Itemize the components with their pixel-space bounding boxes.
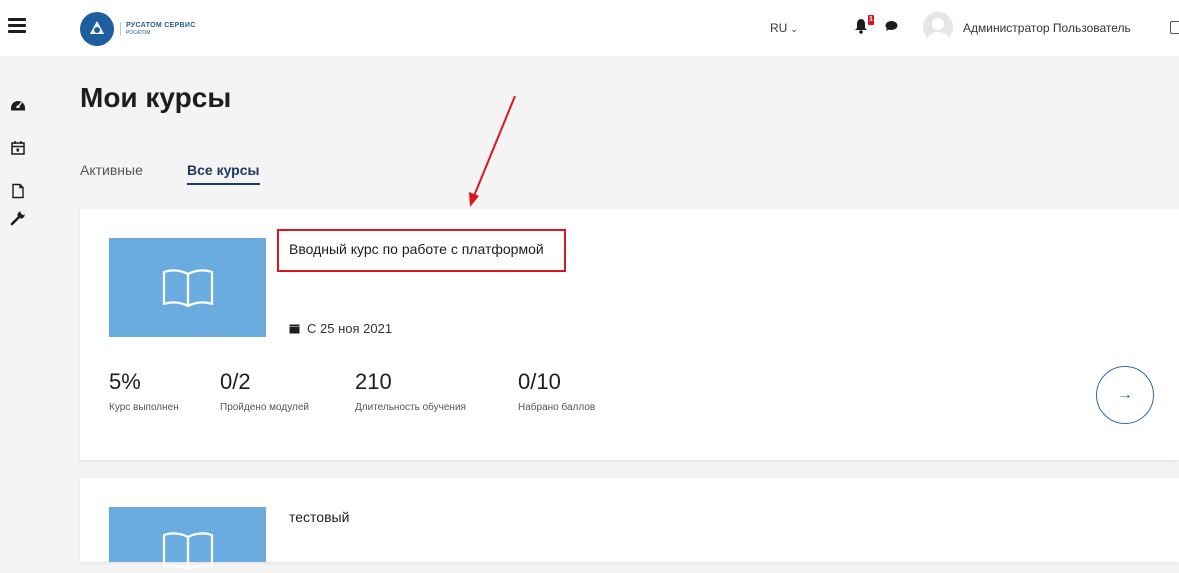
avatar[interactable] xyxy=(923,12,953,42)
top-navbar: РУСАТОМ СЕРВИС РОСАТОМ RU ⌄ 1 Администрат… xyxy=(0,0,1179,56)
page-title: Мои курсы xyxy=(80,82,232,113)
user-avatar-icon xyxy=(923,12,953,42)
book-icon xyxy=(162,532,213,571)
logo[interactable]: РУСАТОМ СЕРВИС РОСАТОМ xyxy=(80,12,196,46)
stat-label: Пройдено модулей xyxy=(220,402,309,413)
stat-value: 0/2 xyxy=(220,369,251,394)
tab-active-courses[interactable]: Активные xyxy=(80,162,143,178)
course-title[interactable]: тестовый xyxy=(289,509,349,525)
notification-badge: 1 xyxy=(868,15,874,25)
stat-points: 0/10 Набрано баллов xyxy=(518,369,596,414)
dashboard-icon[interactable] xyxy=(10,96,26,112)
file-icon[interactable] xyxy=(10,183,26,199)
calendar-icon[interactable] xyxy=(10,140,26,156)
clapperboard-icon xyxy=(289,324,300,333)
language-selector[interactable]: RU ⌄ xyxy=(770,21,798,35)
stat-duration: 210 Длительность обучения xyxy=(355,369,466,414)
course-date-text: С 25 ноя 2021 xyxy=(307,321,393,336)
course-card: Вводный курс по работе с платформой С 25… xyxy=(80,209,1179,460)
book-icon xyxy=(162,268,213,307)
stat-value: 0/10 xyxy=(518,369,561,394)
stat-completion: 5% Курс выполнен xyxy=(109,369,179,414)
course-date: С 25 ноя 2021 xyxy=(289,321,392,336)
bell-icon[interactable] xyxy=(854,18,868,34)
open-course-button[interactable]: → xyxy=(1096,366,1154,424)
logo-subtitle: РОСАТОМ xyxy=(126,30,151,36)
user-name[interactable]: Администратор Пользователь xyxy=(963,21,1131,35)
stat-label: Курс выполнен xyxy=(109,402,179,413)
chevron-down-icon: ⌄ xyxy=(790,24,798,34)
stat-value: 210 xyxy=(355,369,392,394)
chat-icon[interactable] xyxy=(885,20,898,32)
rosatom-logo-icon xyxy=(80,12,114,46)
course-thumbnail[interactable] xyxy=(109,507,266,571)
logout-icon[interactable] xyxy=(1170,21,1179,34)
tab-active-indicator xyxy=(187,183,260,185)
logo-title: РУСАТОМ СЕРВИС xyxy=(126,22,196,29)
course-thumbnail[interactable] xyxy=(109,238,266,337)
arrow-right-icon: → xyxy=(1117,386,1133,403)
course-card: тестовый xyxy=(80,478,1179,571)
course-title[interactable]: Вводный курс по работе с платформой xyxy=(289,241,544,257)
stat-label: Набрано баллов xyxy=(518,402,596,413)
menu-toggle-icon[interactable] xyxy=(8,18,26,34)
stat-value: 5% xyxy=(109,369,141,394)
language-label: RU xyxy=(770,21,788,35)
stat-modules: 0/2 Пройдено модулей xyxy=(220,369,309,414)
stat-label: Длительность обучения xyxy=(355,402,466,413)
wrench-icon[interactable] xyxy=(10,210,26,226)
tab-all-courses[interactable]: Все курсы xyxy=(187,162,259,178)
